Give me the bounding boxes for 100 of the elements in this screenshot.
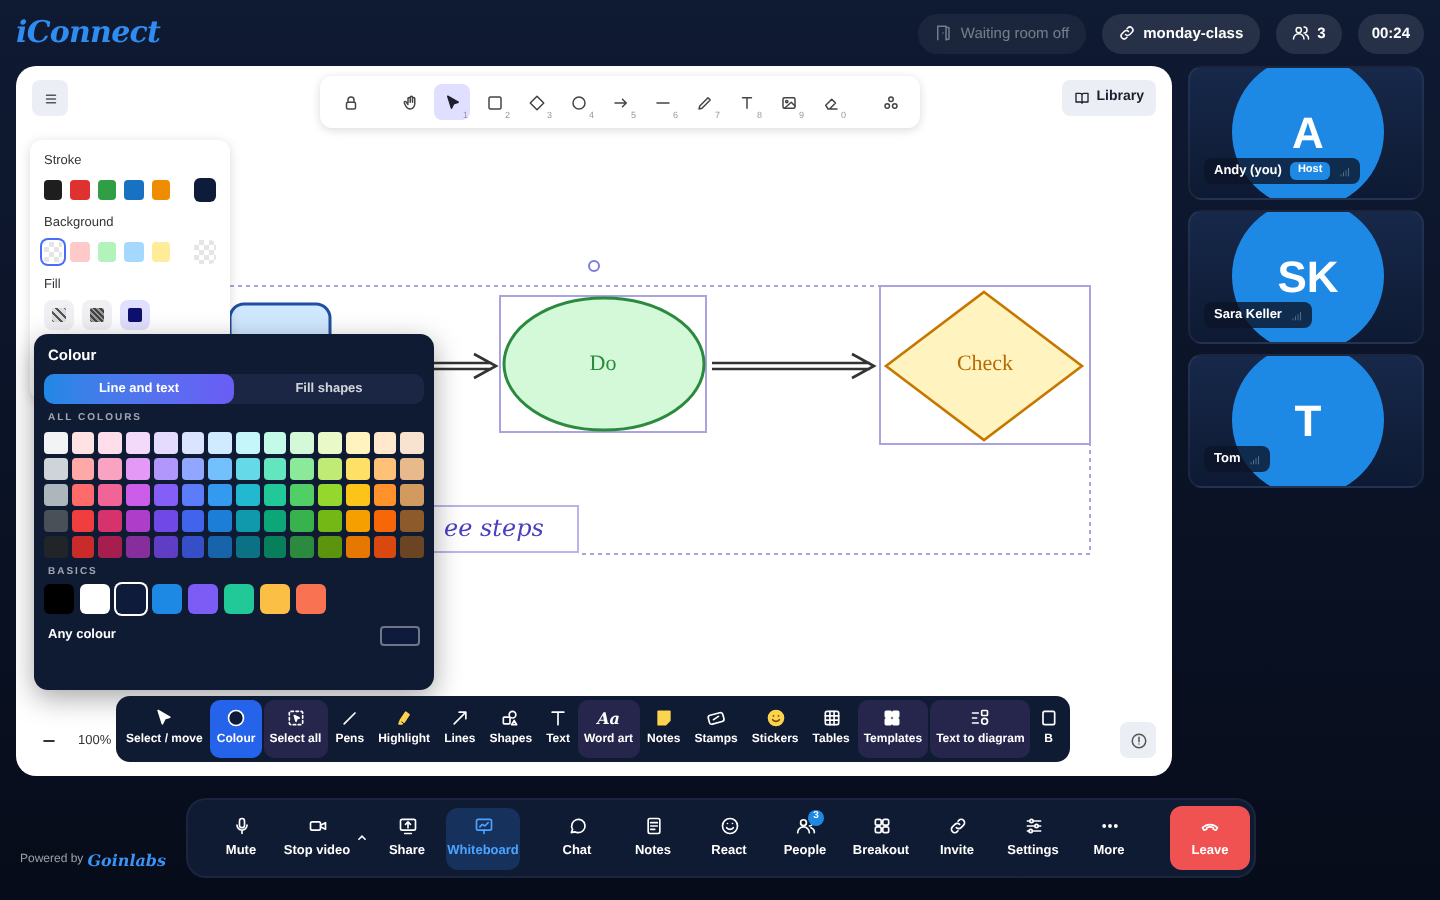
color-swatch[interactable]: [71, 535, 95, 558]
color-swatch[interactable]: [373, 509, 397, 532]
color-swatch[interactable]: [290, 535, 315, 558]
fill-style-button[interactable]: [44, 300, 74, 331]
color-swatch[interactable]: [318, 535, 342, 558]
color-swatch[interactable]: [373, 431, 397, 454]
link-icon: [1117, 24, 1136, 42]
color-swatch[interactable]: [71, 509, 95, 532]
color-swatch[interactable]: [151, 241, 170, 261]
color-swatch[interactable]: [44, 483, 68, 506]
color-swatch[interactable]: [44, 457, 68, 480]
color-swatch[interactable]: [236, 483, 260, 506]
color-swatch[interactable]: [345, 509, 370, 532]
color-swatch[interactable]: [70, 241, 90, 261]
color-swatch[interactable]: [98, 457, 123, 480]
color-swatch[interactable]: [400, 535, 424, 558]
color-swatch[interactable]: [345, 457, 370, 480]
color-swatch[interactable]: [44, 179, 63, 200]
color-swatch[interactable]: [153, 457, 178, 480]
color-swatch[interactable]: [263, 457, 287, 480]
color-swatch[interactable]: [152, 584, 182, 615]
color-swatch[interactable]: [126, 509, 150, 532]
color-swatch[interactable]: [44, 584, 74, 615]
color-swatch[interactable]: [80, 584, 110, 615]
color-swatch[interactable]: [236, 457, 260, 480]
color-swatch[interactable]: [400, 457, 424, 480]
color-swatch[interactable]: [97, 241, 117, 261]
color-swatch[interactable]: [263, 535, 287, 558]
color-swatch[interactable]: [208, 457, 232, 480]
color-swatch[interactable]: [236, 535, 260, 558]
color-swatch[interactable]: [181, 457, 205, 480]
selection-icon: [285, 708, 306, 728]
color-swatch[interactable]: [373, 457, 397, 480]
color-swatch[interactable]: [126, 535, 150, 558]
color-swatch[interactable]: [98, 483, 123, 506]
fill-style-button[interactable]: [82, 300, 112, 331]
color-swatch[interactable]: [400, 483, 424, 506]
color-swatch[interactable]: [97, 179, 117, 200]
color-swatch[interactable]: [181, 535, 205, 558]
color-swatch[interactable]: [318, 483, 342, 506]
color-swatch[interactable]: [263, 431, 287, 454]
color-swatch[interactable]: [224, 584, 254, 615]
color-swatch[interactable]: [70, 179, 90, 200]
color-swatch[interactable]: [153, 509, 178, 532]
color-swatch[interactable]: [318, 457, 342, 480]
color-swatch[interactable]: [71, 431, 95, 454]
color-swatch[interactable]: [345, 431, 370, 454]
color-swatch[interactable]: [236, 509, 260, 532]
color-swatch[interactable]: [98, 535, 123, 558]
color-swatch[interactable]: [181, 483, 205, 506]
color-swatch[interactable]: [71, 483, 95, 506]
circle-icon: [569, 93, 587, 111]
color-swatch[interactable]: [208, 509, 232, 532]
color-swatch[interactable]: [44, 431, 68, 454]
help-button[interactable]: [1120, 722, 1156, 758]
color-swatch[interactable]: [44, 509, 68, 532]
color-swatch[interactable]: [126, 457, 150, 480]
color-swatch[interactable]: [124, 241, 144, 261]
color-swatch[interactable]: [260, 584, 290, 615]
color-swatch[interactable]: [400, 509, 424, 532]
color-swatch[interactable]: [208, 483, 232, 506]
color-swatch[interactable]: [126, 483, 150, 506]
color-swatch[interactable]: [208, 431, 232, 454]
color-swatch[interactable]: [153, 535, 178, 558]
color-swatch[interactable]: [290, 483, 315, 506]
color-swatch[interactable]: [318, 509, 342, 532]
color-swatch[interactable]: [151, 179, 170, 200]
custom-color-swatch[interactable]: [380, 626, 420, 647]
color-swatch[interactable]: [373, 535, 397, 558]
transparent-swatch[interactable]: [193, 239, 216, 263]
rotation-handle[interactable]: [588, 260, 600, 272]
color-swatch[interactable]: [290, 457, 315, 480]
color-swatch[interactable]: [44, 535, 68, 558]
color-swatch[interactable]: [345, 535, 370, 558]
color-swatch[interactable]: [193, 177, 216, 202]
color-swatch[interactable]: [263, 509, 287, 532]
color-swatch[interactable]: [116, 584, 146, 615]
color-swatch[interactable]: [290, 431, 315, 454]
color-swatch[interactable]: [290, 509, 315, 532]
fill-style-button[interactable]: [120, 300, 150, 331]
color-swatch[interactable]: [71, 457, 95, 480]
color-swatch[interactable]: [153, 483, 178, 506]
color-swatch[interactable]: [373, 483, 397, 506]
color-swatch[interactable]: [98, 431, 123, 454]
color-swatch[interactable]: [181, 509, 205, 532]
color-swatch[interactable]: [296, 584, 326, 615]
color-swatch[interactable]: [124, 179, 144, 200]
color-swatch[interactable]: [181, 431, 205, 454]
transparent-swatch[interactable]: [44, 241, 63, 261]
color-swatch[interactable]: [153, 431, 178, 454]
color-swatch[interactable]: [236, 431, 260, 454]
color-swatch[interactable]: [126, 431, 150, 454]
color-swatch[interactable]: [208, 535, 232, 558]
menu-button[interactable]: [32, 80, 68, 116]
color-swatch[interactable]: [98, 509, 123, 532]
color-swatch[interactable]: [188, 584, 218, 615]
color-swatch[interactable]: [318, 431, 342, 454]
color-swatch[interactable]: [345, 483, 370, 506]
color-swatch[interactable]: [263, 483, 287, 506]
color-swatch[interactable]: [400, 431, 424, 454]
